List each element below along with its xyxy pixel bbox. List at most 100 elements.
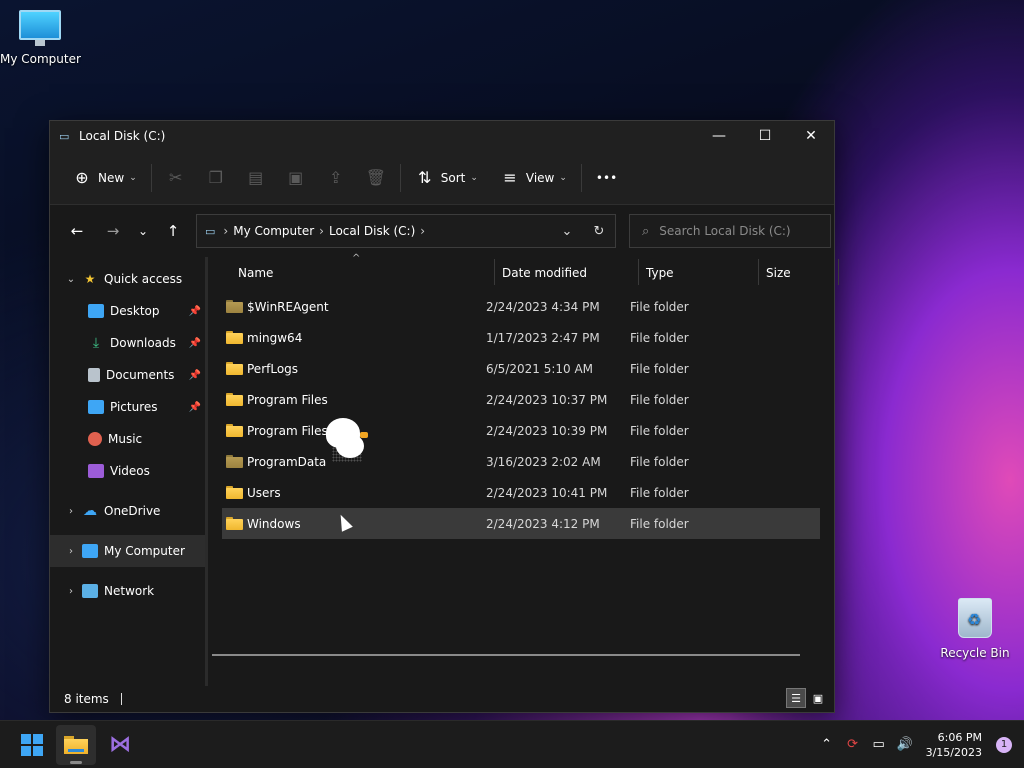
column-header-size[interactable]: Size [760, 257, 840, 289]
sidebar-item-label: Quick access [104, 272, 183, 286]
horizontal-scrollbar[interactable] [212, 654, 800, 656]
network-icon[interactable]: ▭ [866, 737, 892, 752]
clock-date: 3/15/2023 [925, 745, 982, 759]
name-cell: Program Files [226, 415, 328, 446]
column-label: Size [766, 266, 791, 280]
file-name: PerfLogs [247, 361, 299, 376]
view-button[interactable]: ≡ View ⌄ [494, 161, 573, 195]
file-name: mingw64 [247, 330, 303, 345]
breadcrumb-my-computer[interactable]: My Computer [233, 224, 314, 238]
title-bar[interactable]: ▭ Local Disk (C:) — ☐ ✕ [50, 121, 834, 151]
pin-icon: 📌 [188, 337, 201, 349]
file-rows: $WinREAgent 2/24/2023 4:34 PM File folder m… [222, 291, 834, 539]
sidebar-item-pictures[interactable]: Pictures 📌 [50, 391, 207, 423]
table-row[interactable]: ProgramData 3/16/2023 2:02 AM File folder [222, 446, 834, 477]
up-button[interactable]: ↑ [158, 216, 188, 246]
sidebar-item-label: My Computer [104, 544, 185, 558]
paste-button[interactable]: ▤ [240, 161, 272, 195]
sidebar-item-quick-access[interactable]: ⌄ ★ Quick access [50, 263, 207, 295]
chevron-down-icon: ⌄ [129, 172, 137, 183]
sidebar-item-onedrive[interactable]: › ☁ OneDrive [50, 495, 207, 527]
plus-circle-icon: ⊕ [75, 168, 89, 187]
table-row[interactable]: mingw64 1/17/2023 2:47 PM File folder [222, 322, 834, 353]
column-divider[interactable] [494, 259, 495, 285]
back-button[interactable]: ← [62, 216, 92, 246]
clock[interactable]: 6:06 PM 3/15/2023 [926, 730, 982, 760]
status-divider [120, 693, 122, 705]
sidebar-item-my-computer[interactable]: › My Computer [50, 535, 205, 567]
column-header-row: ^ Name Date modified Type Size [222, 253, 839, 289]
toolbar-divider [580, 163, 582, 192]
document-icon [88, 368, 100, 382]
table-row[interactable]: PerfLogs 6/5/2021 5:10 AM File folder [222, 353, 834, 384]
minimize-button[interactable]: — [696, 121, 742, 151]
recent-locations-button[interactable]: ⌄ [128, 216, 158, 246]
tiles-view-button[interactable]: ▣ [808, 688, 828, 708]
start-button[interactable] [12, 725, 52, 765]
sidebar-item-videos[interactable]: Videos [50, 455, 207, 487]
sidebar-item-label: Network [104, 584, 155, 598]
sync-icon[interactable]: ⟳ [840, 737, 866, 752]
file-name: ProgramData [247, 454, 327, 469]
show-hidden-icons-button[interactable]: ⌃ [814, 737, 840, 752]
sidebar-item-music[interactable]: Music [50, 423, 207, 455]
breadcrumb-local-disk[interactable]: Local Disk (C:) [329, 224, 415, 238]
folder-icon [226, 362, 243, 375]
scissors-icon: ✂ [169, 168, 183, 187]
column-header-date[interactable]: Date modified [496, 257, 640, 289]
desktop-icon-my-computer[interactable]: My Computer [0, 10, 81, 66]
close-button[interactable]: ✕ [788, 121, 834, 151]
system-tray: ⌃ ⟳ ▭ 🔊 6:06 PM 3/15/2023 1 [814, 721, 1024, 768]
sidebar-item-downloads[interactable]: ⤓ Downloads 📌 [50, 327, 207, 359]
toolbar-divider [150, 163, 152, 192]
sidebar-item-network[interactable]: › Network [50, 575, 207, 607]
address-bar[interactable]: ▭ › My Computer › Local Disk (C:) › ⌄ ↻ [196, 214, 616, 248]
column-header-type[interactable]: Type [640, 257, 760, 289]
date-cell: 1/17/2023 2:47 PM [486, 330, 600, 345]
search-input[interactable]: ⌕ Search Local Disk (C:) [629, 214, 831, 248]
taskbar-visual-studio[interactable]: ⋈ [100, 725, 140, 765]
date-cell: 2/24/2023 10:41 PM [486, 485, 608, 500]
sidebar-item-desktop[interactable]: Desktop 📌 [50, 295, 207, 327]
name-cell: $WinREAgent [226, 291, 329, 322]
notification-badge[interactable]: 1 [996, 736, 1012, 753]
forward-button[interactable]: → [98, 216, 128, 246]
table-row[interactable]: Program Files 2/24/2023 10:39 PM File fold… [222, 415, 834, 446]
table-row[interactable]: Program Files 2/24/2023 10:37 PM File fold… [222, 384, 834, 415]
table-row[interactable]: Windows 2/24/2023 4:12 PM File folder [222, 508, 820, 539]
details-view-icon: ☰ [791, 691, 801, 705]
refresh-icon: ↻ [593, 223, 605, 239]
volume-icon[interactable]: 🔊 [892, 737, 918, 752]
new-button[interactable]: ⊕ New ⌄ [66, 161, 143, 195]
details-view-button[interactable]: ☰ [786, 688, 806, 708]
share-button[interactable]: ⇪ [320, 161, 352, 195]
table-row[interactable]: $WinREAgent 2/24/2023 4:34 PM File folder [222, 291, 834, 322]
sidebar-item-documents[interactable]: Documents 📌 [50, 359, 207, 391]
taskbar-file-explorer[interactable] [56, 724, 96, 765]
column-divider[interactable] [838, 259, 839, 285]
copy-button[interactable]: ❐ [200, 161, 232, 195]
refresh-button[interactable]: ↻ [583, 224, 615, 239]
cut-button[interactable]: ✂ [160, 161, 192, 195]
tiles-view-icon: ▣ [812, 691, 824, 705]
address-history-button[interactable]: ⌄ [551, 224, 583, 239]
file-name: Program Files [247, 423, 328, 438]
type-cell: File folder [630, 330, 689, 345]
column-header-name[interactable]: Name [232, 257, 488, 289]
navigation-pane-scrollbar[interactable] [205, 257, 207, 686]
computer-icon [82, 544, 98, 558]
rename-button[interactable]: ▣ [280, 161, 312, 195]
column-divider[interactable] [758, 259, 759, 285]
maximize-button[interactable]: ☐ [742, 121, 788, 151]
sidebar-item-label: Downloads [110, 336, 176, 350]
more-options-button[interactable]: ••• [590, 161, 622, 195]
star-icon: ★ [84, 272, 96, 286]
folder-icon [226, 486, 243, 499]
folder-icon [226, 424, 243, 437]
delete-button[interactable]: 🗑 [360, 161, 392, 195]
desktop-icon-recycle-bin[interactable]: ♻ Recycle Bin [935, 598, 1015, 660]
column-divider[interactable] [638, 259, 639, 285]
sort-button[interactable]: ⇅ Sort ⌄ [409, 161, 484, 195]
table-row[interactable]: Users 2/24/2023 10:41 PM File folder [222, 477, 834, 508]
drive-icon: ▭ [59, 130, 70, 143]
